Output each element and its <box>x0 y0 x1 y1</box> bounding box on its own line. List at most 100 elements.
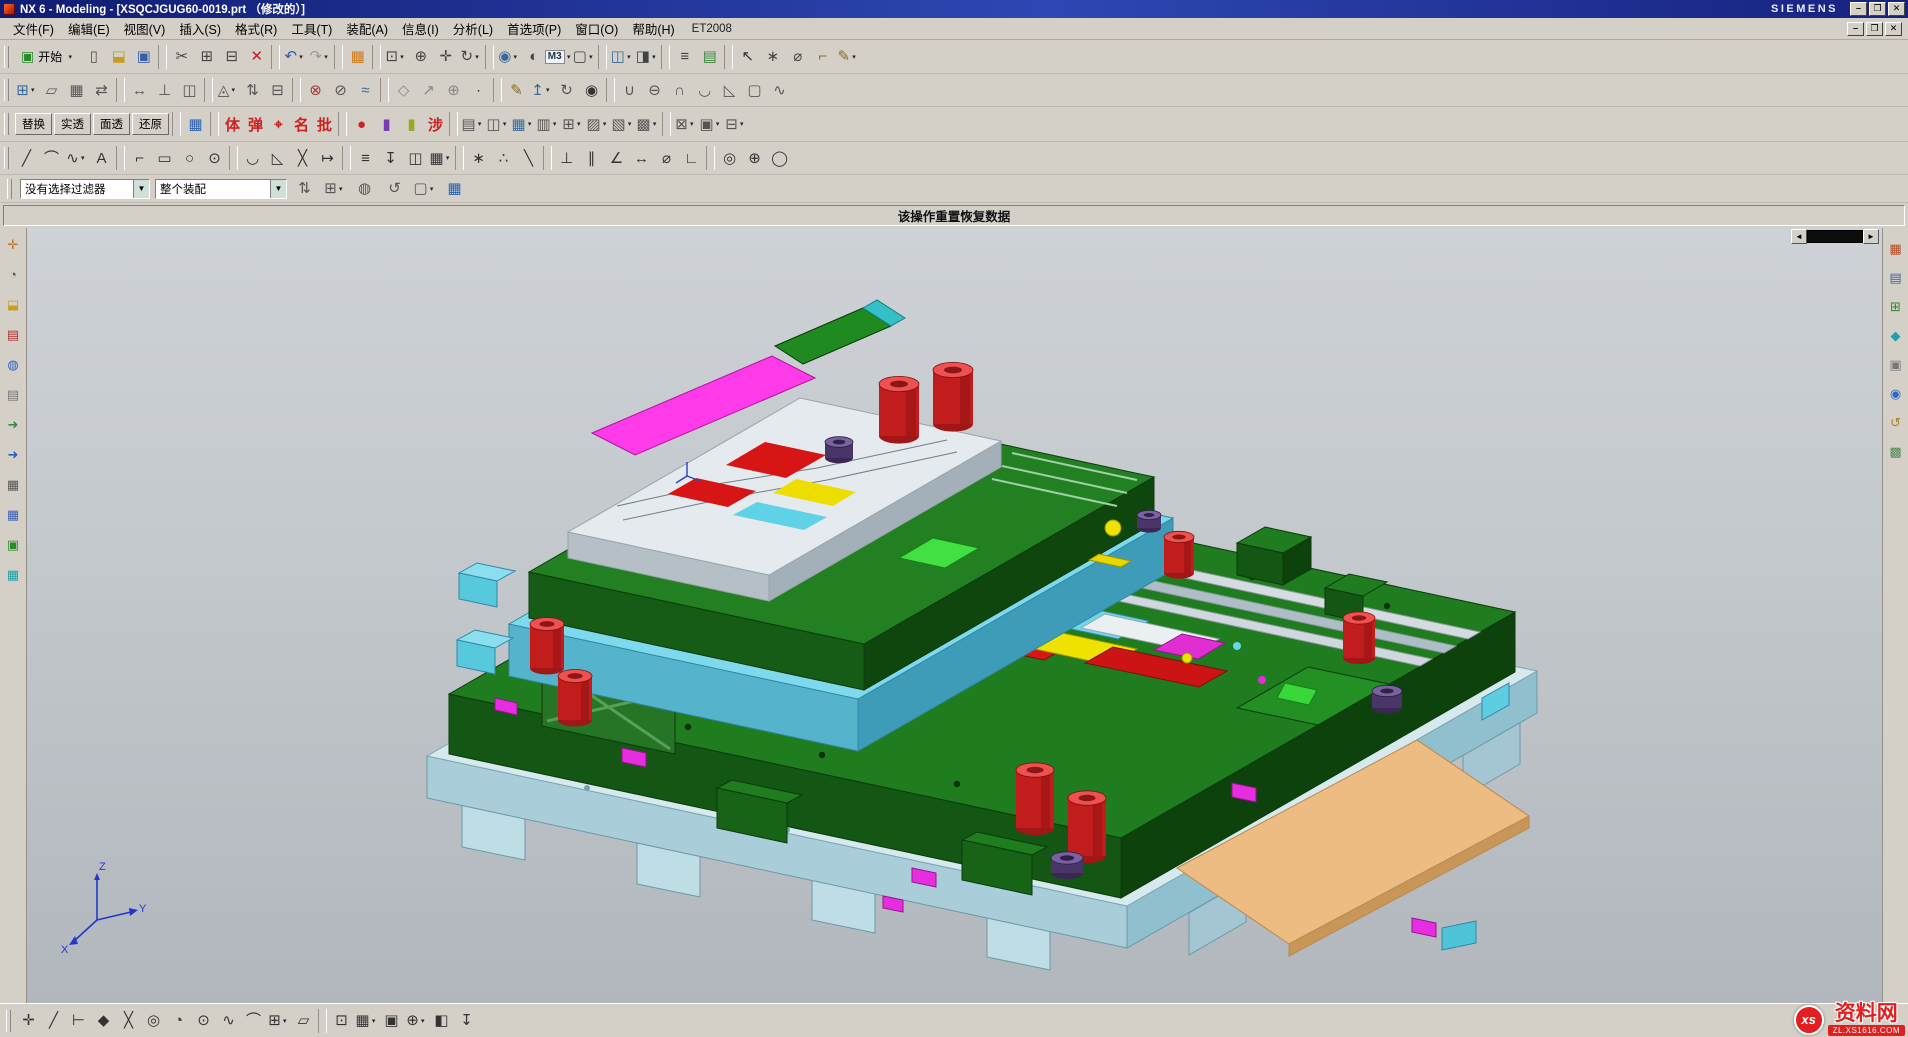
reset-filter-icon[interactable]: ↺ <box>382 176 407 201</box>
snap-tool-icon[interactable]: ∗ <box>760 44 785 69</box>
menu-assemblies[interactable]: 装配(A) <box>339 17 395 40</box>
chamfer-curve-icon[interactable]: ◺ <box>265 146 290 171</box>
arrangements-icon[interactable]: ⊟ <box>265 78 290 103</box>
sketch-point-icon[interactable]: ∗ <box>466 146 491 171</box>
zoom-icon[interactable]: ⊕ <box>408 44 433 69</box>
rectangle-icon[interactable]: ▭ <box>152 146 177 171</box>
bounded-plane-icon[interactable]: ⊞ ▾ <box>266 1008 291 1033</box>
new-file-icon[interactable]: ▯ <box>81 44 106 69</box>
restore-display-button[interactable]: 还原 <box>132 113 169 135</box>
layer-settings-icon[interactable]: ≡ <box>672 44 697 69</box>
pattern-curve-icon[interactable]: ▦ ▾ <box>428 146 453 171</box>
quadrant-point-icon[interactable]: ◔ <box>166 1008 191 1033</box>
red-dot-icon[interactable]: ● <box>349 112 374 137</box>
section-view-icon[interactable]: ▧ ▾ <box>610 112 635 137</box>
layer-visible-icon[interactable]: ▤ <box>697 44 722 69</box>
internet-explorer-icon[interactable]: ◉ <box>1886 383 1906 403</box>
face-transparent-button[interactable]: 面透 <box>93 113 130 135</box>
web-browser-icon[interactable]: ◍ <box>3 354 23 374</box>
end-point-icon[interactable]: ╱ <box>41 1008 66 1033</box>
offset-curve-icon[interactable]: ≡ <box>353 146 378 171</box>
hd3d-tools-icon[interactable]: ▣ <box>1886 354 1906 374</box>
circle-icon[interactable]: ○ <box>177 146 202 171</box>
wcs-display-icon[interactable]: ▦ ▾ <box>510 112 535 137</box>
pan-icon[interactable]: ✛ <box>433 44 458 69</box>
menu-window[interactable]: 窗口(O) <box>568 17 625 40</box>
replace-display-button[interactable]: 替换 <box>15 113 52 135</box>
rectangle-select-icon[interactable]: ▢ ▾ <box>412 176 437 201</box>
arc-icon[interactable]: ⌒ <box>39 146 64 171</box>
thread-icon[interactable]: ∿ <box>767 78 792 103</box>
chevron-down-icon[interactable]: ▼ <box>133 180 149 198</box>
line-icon[interactable]: ╱ <box>14 146 39 171</box>
interference-macro-button[interactable]: 涉 <box>424 113 447 136</box>
exploded-view-icon[interactable]: ◬ ▾ <box>215 78 240 103</box>
new-component-icon[interactable]: ▱ <box>39 78 64 103</box>
extend-icon[interactable]: ↦ <box>315 146 340 171</box>
interpart-select-icon[interactable]: ⇅ <box>292 176 317 201</box>
spring-macro-button[interactable]: 弹 <box>244 113 267 136</box>
profile-icon[interactable]: ⌐ <box>127 146 152 171</box>
existing-point-icon[interactable]: ⊙ <box>191 1008 216 1033</box>
fillet-icon[interactable]: ◡ <box>240 146 265 171</box>
snap-point-toggle-icon[interactable]: ✛ <box>16 1008 41 1033</box>
center-target-icon[interactable]: ⌖ <box>267 113 290 136</box>
constraint-icon[interactable]: ⊥ <box>554 146 579 171</box>
scroll-right-icon[interactable]: ► <box>1863 229 1879 244</box>
move-layer-icon[interactable]: ▥ ▾ <box>535 112 560 137</box>
datum-snap-icon[interactable]: ⊕ ▾ <box>404 1008 429 1033</box>
start-menu-button[interactable]: ▣ 开始 ▾ <box>14 44 81 70</box>
component-pattern-icon[interactable]: ▦ <box>64 78 89 103</box>
olive-block-icon[interactable]: ▮ <box>399 112 424 137</box>
add-component-icon[interactable]: ⊞ ▾ <box>14 78 39 103</box>
cut-section-icon[interactable]: ⊠ ▾ <box>673 112 698 137</box>
selection-scope-combo[interactable]: 整个装配 ▼ <box>155 179 287 199</box>
open-folder-icon[interactable]: ⬓ <box>3 294 23 314</box>
solid-transparent-button[interactable]: 实透 <box>54 113 91 135</box>
scroll-left-icon[interactable]: ◄ <box>1791 229 1807 244</box>
blue-grid-icon[interactable]: ▦ <box>183 112 208 137</box>
project-curve-icon[interactable]: ↧ <box>378 146 403 171</box>
grid-snap-icon[interactable]: ▦ ▾ <box>354 1008 379 1033</box>
edge-blend-icon[interactable]: ◡ <box>692 78 717 103</box>
clearance-analysis-icon[interactable]: ⊘ <box>328 78 353 103</box>
save-layout-icon[interactable]: ↧ <box>454 1008 479 1033</box>
assembly-navigator-icon[interactable]: ▦ <box>1886 238 1906 258</box>
redo-icon[interactable]: ↷ ▾ <box>307 44 332 69</box>
subtract-icon[interactable]: ⊖ <box>642 78 667 103</box>
replace-component-icon[interactable]: ⇄ <box>89 78 114 103</box>
unite-icon[interactable]: ∪ <box>617 78 642 103</box>
menu-insert[interactable]: 插入(S) <box>172 17 228 40</box>
parallel-constraint-icon[interactable]: ∥ <box>579 146 604 171</box>
perpendicular-constraint-icon[interactable]: ∟ <box>679 146 704 171</box>
grid-panel-icon[interactable]: ▦ <box>3 474 23 494</box>
save-icon[interactable]: ▣ <box>131 44 156 69</box>
graphics-viewport[interactable]: Z X Y ◄ ► <box>27 228 1882 1003</box>
left-clamp-blocks[interactable] <box>457 563 515 674</box>
extrude-icon[interactable]: ↥ ▾ <box>529 78 554 103</box>
mdi-close-button[interactable]: ✕ <box>1885 22 1902 36</box>
reference-circle-icon[interactable]: ◎ <box>717 146 742 171</box>
part-display-icon[interactable]: ⊞ ▾ <box>560 112 585 137</box>
chevron-down-icon[interactable]: ▼ <box>270 180 286 198</box>
intersect-icon[interactable]: ∩ <box>667 78 692 103</box>
spline-icon[interactable]: ∿ ▾ <box>64 146 89 171</box>
menu-format[interactable]: 格式(R) <box>228 17 284 40</box>
3d-die-assembly-model[interactable]: Z X Y <box>27 228 1882 1003</box>
mdi-minimize-button[interactable]: – <box>1847 22 1864 36</box>
menu-view[interactable]: 视图(V) <box>117 17 173 40</box>
purple-block-icon[interactable]: ▮ <box>374 112 399 137</box>
copy-icon[interactable]: ⊞ <box>194 44 219 69</box>
wcs-dynamics-icon[interactable]: ▣ <box>379 1008 404 1033</box>
reuse-library-icon[interactable]: ◆ <box>1886 325 1906 345</box>
minimize-button[interactable]: – <box>1850 2 1867 16</box>
selection-filter-combo[interactable]: 没有选择过滤器 ▼ <box>20 179 150 199</box>
point-set-icon[interactable]: ∴ <box>491 146 516 171</box>
arc-center-icon[interactable]: ◎ <box>141 1008 166 1033</box>
layers-icon[interactable]: ▤ <box>3 324 23 344</box>
menu-file[interactable]: 文件(F) <box>6 17 61 40</box>
name-macro-button[interactable]: 名 <box>290 113 313 136</box>
derived-curve-icon[interactable]: ⊙ <box>202 146 227 171</box>
collapse-icon[interactable]: ⊟ ▾ <box>723 112 748 137</box>
undo-icon[interactable]: ↶ ▾ <box>282 44 307 69</box>
